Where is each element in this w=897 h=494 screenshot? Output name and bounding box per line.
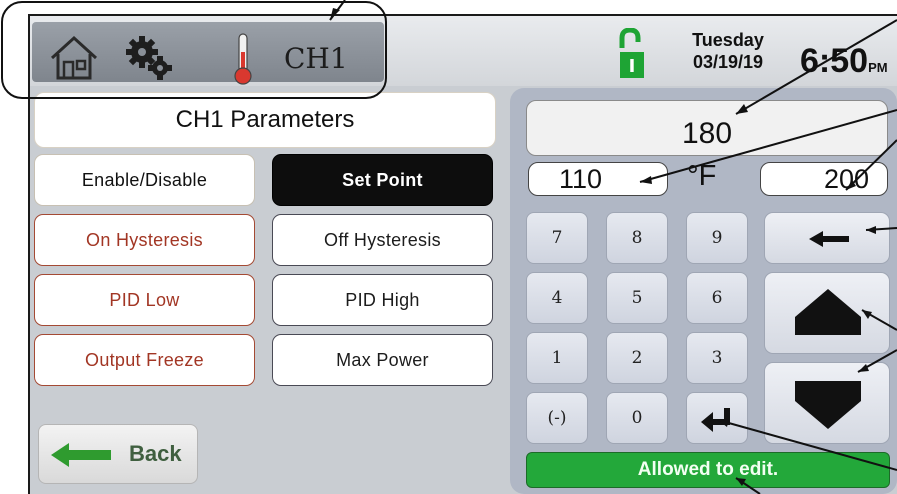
annotation-highlight-box (1, 1, 387, 99)
annotation-arrows (329, 0, 897, 494)
annotation-overlay (1, 0, 897, 494)
